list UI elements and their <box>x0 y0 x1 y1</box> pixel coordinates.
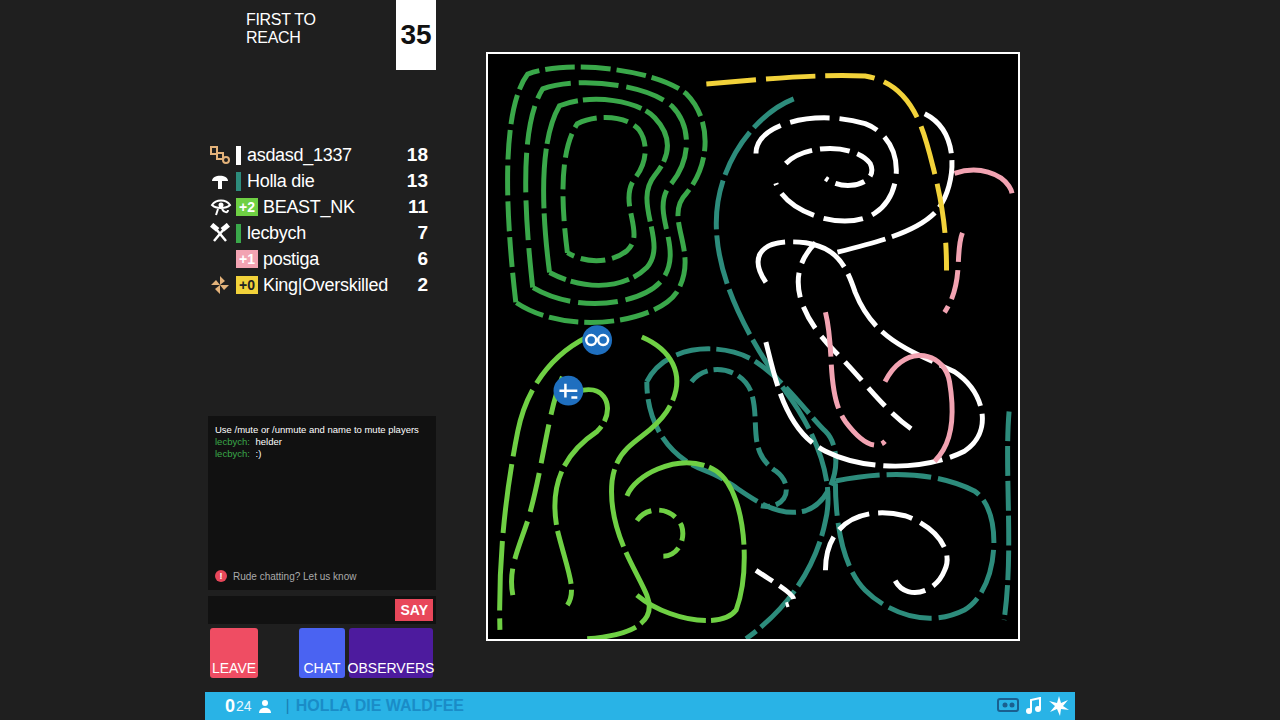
round-badge: +2 <box>236 198 258 216</box>
player-trail <box>544 99 668 285</box>
message-author: lecbych: <box>215 436 250 447</box>
player-trail <box>954 170 1012 193</box>
player-name: asdasd_1337 <box>247 145 407 166</box>
effects-icon[interactable] <box>1049 696 1069 716</box>
player-trail <box>500 337 588 630</box>
player-name: BEAST_NK <box>263 197 408 218</box>
player-row: asdasd_1337 18 <box>208 142 436 168</box>
message-text: helder <box>256 436 282 447</box>
pinwheel-icon <box>210 275 230 295</box>
goal-label: FIRST TO REACH <box>246 11 368 47</box>
player-name: Holla die <box>247 171 407 192</box>
player-trail <box>756 118 896 221</box>
player-count: 0 <box>225 696 235 717</box>
round-badge: +1 <box>236 250 258 268</box>
player-trail <box>691 369 786 506</box>
chat-notice: Use /mute or /unmute and name to mute pl… <box>215 424 429 436</box>
music-icon[interactable] <box>1025 697 1043 715</box>
player-name: King|Overskilled <box>263 275 417 296</box>
player-trail <box>758 242 982 466</box>
powerup-icon <box>582 325 612 355</box>
player-score: 13 <box>407 170 428 192</box>
player-score: 11 <box>408 196 428 218</box>
report-link[interactable]: ! Rude chatting? Let us know <box>215 570 429 582</box>
scoreboard: asdasd_1337 18 Holla die 13 +2 BEAST_NK … <box>208 142 436 298</box>
powerup-icon <box>554 376 584 406</box>
side-panel: FIRST TO REACH 35 asdasd_1337 18 Holla d… <box>208 0 436 692</box>
people-icon <box>258 699 272 713</box>
chat-log: Use /mute or /unmute and name to mute pl… <box>208 416 436 590</box>
mushroom-icon <box>210 171 230 191</box>
game-page: FIRST TO REACH 35 asdasd_1337 18 Holla d… <box>0 0 1280 720</box>
pro-icon <box>210 145 230 165</box>
player-color-bar <box>236 224 241 243</box>
player-trail <box>637 510 683 556</box>
chat-input[interactable] <box>208 596 395 624</box>
player-row: lecbych 7 <box>208 220 436 246</box>
eye-icon <box>210 197 232 217</box>
chat-input-row: SAY <box>208 596 436 624</box>
player-row: +0 King|Overskilled 2 <box>208 272 436 298</box>
player-score: 7 <box>417 222 428 244</box>
player-trail <box>885 356 952 462</box>
player-trail <box>835 114 952 253</box>
player-score: 6 <box>417 248 428 270</box>
player-count-small: 24 <box>236 698 252 714</box>
room-title: HOLLA DIE WALDFEE <box>296 697 464 715</box>
player-trail <box>786 148 872 185</box>
player-color-bar <box>236 146 241 165</box>
screen-icon[interactable] <box>997 697 1019 715</box>
player-trail <box>563 117 645 260</box>
alert-icon: ! <box>215 570 227 582</box>
round-badge: +0 <box>236 276 258 294</box>
player-trail <box>526 83 687 304</box>
player-trail <box>508 67 706 322</box>
player-trail <box>627 463 744 621</box>
hammers-icon <box>210 223 230 243</box>
separator: | <box>286 697 290 715</box>
player-row: +2 BEAST_NK 11 <box>208 194 436 220</box>
player-trail <box>756 570 794 605</box>
player-trail <box>1004 412 1009 620</box>
player-name: postiga <box>263 249 417 270</box>
chat-message: lecbych: :) <box>215 448 429 460</box>
player-trail <box>798 243 915 432</box>
player-trail <box>825 312 885 445</box>
message-text: :) <box>256 448 262 459</box>
chat-message: lecbych: helder <box>215 436 429 448</box>
trails-drawing <box>488 54 1018 639</box>
player-trail <box>835 474 994 618</box>
status-bar: 0 24 | HOLLA DIE WALDFEE <box>205 692 1075 720</box>
say-button[interactable]: SAY <box>395 599 433 621</box>
player-trail <box>555 390 608 605</box>
leave-button[interactable]: LEAVE <box>210 628 258 678</box>
player-name: lecbych <box>247 223 417 244</box>
observers-button[interactable]: OBSERVERS <box>349 628 433 678</box>
player-trail <box>825 513 947 593</box>
player-score: 2 <box>417 274 428 296</box>
goal-target: 35 <box>396 0 436 70</box>
button-row: LEAVE CHATOBSERVERS <box>208 628 436 678</box>
player-trail <box>706 76 946 271</box>
message-author: lecbych: <box>215 448 250 459</box>
player-row: Holla die 13 <box>208 168 436 194</box>
chat-button[interactable]: CHAT <box>299 628 345 678</box>
player-row: +1 postiga 6 <box>208 246 436 272</box>
player-color-bar <box>236 172 241 191</box>
goal-header: FIRST TO REACH 35 <box>208 0 436 70</box>
player-score: 18 <box>407 144 428 166</box>
game-canvas <box>486 52 1020 641</box>
